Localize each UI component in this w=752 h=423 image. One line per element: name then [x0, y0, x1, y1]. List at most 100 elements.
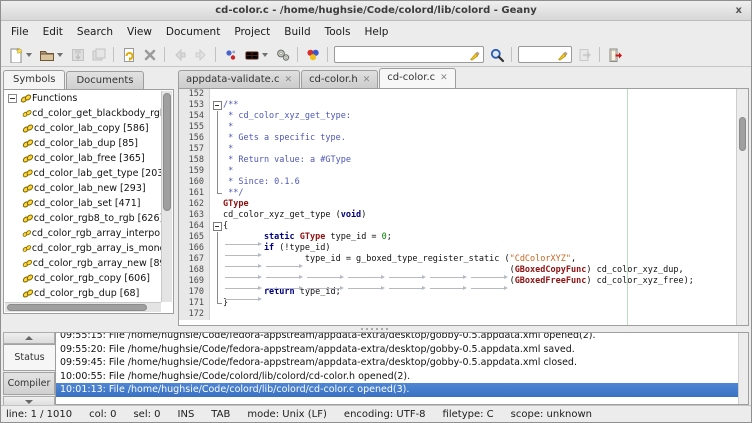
editor-tab-cd-color.c[interactable]: cd-color.c✕	[379, 68, 455, 88]
quit-button[interactable]	[604, 45, 625, 65]
new-file-dropdown[interactable]	[26, 53, 32, 57]
line-number[interactable]: 166	[179, 243, 210, 254]
menu-item-edit[interactable]: Edit	[36, 23, 70, 41]
status-message-row[interactable]: 09:55:20: File /home/hughsie/Code/fedora…	[56, 343, 748, 357]
tab-close-icon[interactable]: ✕	[285, 75, 293, 85]
sidebar-tab-symbols[interactable]: Symbols	[3, 70, 65, 89]
code-line[interactable]: 161 **/	[179, 188, 748, 199]
status-message-row[interactable]: 10:01:13: File /home/hughsie/Code/colord…	[56, 383, 748, 397]
menu-item-view[interactable]: View	[120, 23, 159, 41]
menu-item-tools[interactable]: Tools	[318, 23, 358, 41]
code-editor[interactable]: 152153/**154 * cd_color_xyz_get_type:155…	[178, 89, 749, 326]
code-line[interactable]: 162GType	[179, 199, 748, 210]
line-number[interactable]: 162	[179, 199, 210, 210]
code-line[interactable]: 172	[179, 309, 748, 320]
tab-status[interactable]: Status	[3, 344, 55, 371]
line-number[interactable]: 163	[179, 210, 210, 221]
close-document-button[interactable]	[139, 45, 160, 65]
tree-root-functions[interactable]: Functions	[5, 91, 161, 106]
editor-tab-appdata-validate.c[interactable]: appdata-validate.c✕	[178, 70, 300, 88]
build-button[interactable]	[241, 45, 262, 65]
editor-vertical-scrollbar[interactable]	[736, 89, 748, 325]
run-button[interactable]	[272, 45, 293, 65]
line-number[interactable]: 169	[179, 276, 210, 287]
status-message-row[interactable]: 09:59:45: File /home/hughsie/Code/fedora…	[56, 356, 748, 370]
tab-close-icon[interactable]: ✕	[440, 73, 448, 83]
line-number[interactable]: 156	[179, 133, 210, 144]
line-number[interactable]: 158	[179, 155, 210, 166]
line-number[interactable]: 154	[179, 111, 210, 122]
new-file-button[interactable]	[5, 45, 26, 65]
line-number[interactable]: 170	[179, 287, 210, 298]
code-line[interactable]: 156 * Gets a specific type.	[179, 133, 748, 144]
code-line[interactable]: 159 *	[179, 166, 748, 177]
navigate-back-button[interactable]	[169, 45, 190, 65]
line-number[interactable]: 155	[179, 122, 210, 133]
line-number[interactable]: 172	[179, 309, 210, 320]
line-number[interactable]: 153	[179, 100, 210, 111]
line-number[interactable]: 167	[179, 254, 210, 265]
tab-compiler[interactable]: Compiler	[3, 372, 55, 395]
save-button[interactable]	[67, 45, 88, 65]
line-number[interactable]: 159	[179, 166, 210, 177]
fold-marker-icon[interactable]	[210, 221, 223, 232]
code-line[interactable]: 155 *	[179, 122, 748, 133]
code-line[interactable]: 160 * Since: 0.1.6	[179, 177, 748, 188]
line-number[interactable]: 165	[179, 232, 210, 243]
line-number[interactable]: 164	[179, 221, 210, 232]
tree-expander-icon[interactable]	[8, 94, 17, 103]
messages-scrollbar[interactable]	[738, 333, 748, 404]
editor-tab-cd-color.h[interactable]: cd-color.h✕	[301, 70, 378, 88]
tab-scroll-up-button[interactable]	[3, 332, 55, 344]
line-number[interactable]: 161	[179, 188, 210, 199]
menu-item-build[interactable]: Build	[277, 23, 317, 41]
code-line[interactable]: 165static GType type_id = 0;	[179, 232, 748, 243]
tree-item-function[interactable]: cd_color_lab_new [293]	[5, 181, 161, 196]
tree-item-function[interactable]: cd_color_lab_get_type [203]	[5, 166, 161, 181]
line-number[interactable]: 152	[179, 89, 210, 100]
tree-item-function[interactable]: cd_color_lab_free [365]	[5, 151, 161, 166]
revert-button[interactable]	[118, 45, 139, 65]
window-close-icon[interactable]: x	[736, 1, 742, 20]
tree-item-function[interactable]: cd_color_lab_copy [586]	[5, 121, 161, 136]
menu-item-file[interactable]: File	[4, 23, 36, 41]
code-line[interactable]: 166if (!type_id)	[179, 243, 748, 254]
tree-item-function[interactable]: cd_color_rgb_array_new [896]	[5, 256, 161, 271]
scrollbar-thumb[interactable]	[739, 117, 746, 151]
navigate-forward-button[interactable]	[190, 45, 211, 65]
find-button[interactable]	[486, 45, 507, 65]
open-file-button[interactable]	[36, 45, 57, 65]
tree-item-function[interactable]: cd_color_rgb8_to_rgb [626]	[5, 211, 161, 226]
sidebar-horizontal-scrollbar[interactable]	[5, 302, 161, 312]
compile-button[interactable]	[220, 45, 241, 65]
build-dropdown[interactable]	[262, 53, 268, 57]
search-input[interactable]	[334, 46, 484, 63]
tree-item-function[interactable]: cd_color_lab_dup [85]	[5, 136, 161, 151]
fold-marker-icon[interactable]	[210, 100, 223, 111]
clear-search-icon[interactable]	[469, 49, 481, 61]
sidebar-vertical-scrollbar[interactable]	[161, 91, 172, 302]
status-message-row[interactable]: 10:00:55: File /home/hughsie/Code/colord…	[56, 370, 748, 384]
line-number[interactable]: 160	[179, 177, 210, 188]
save-all-button[interactable]	[88, 45, 109, 65]
code-line[interactable]: 168(GBoxedCopyFunc) cd_color_xyz_dup,	[179, 265, 748, 276]
open-file-dropdown[interactable]	[57, 53, 63, 57]
sidebar-tab-documents[interactable]: Documents	[66, 71, 143, 89]
color-chooser-button[interactable]	[302, 45, 323, 65]
tree-item-function[interactable]: cd_color_get_blackbody_rgb [99	[5, 106, 161, 121]
tree-item-function[interactable]: cd_color_rgb_array_interpolate [9	[5, 226, 161, 241]
scrollbar-thumb[interactable]	[7, 304, 147, 311]
line-number[interactable]: 168	[179, 265, 210, 276]
code-line[interactable]: 163cd_color_xyz_get_type (void)	[179, 210, 748, 221]
title-bar[interactable]: cd-color.c - /home/hughsie/Code/colord/l…	[1, 1, 751, 21]
menu-item-document[interactable]: Document	[159, 23, 227, 41]
code-line[interactable]: 167type_id = g_boxed_type_register_stati…	[179, 254, 748, 265]
code-line[interactable]: 164{	[179, 221, 748, 232]
menu-item-project[interactable]: Project	[227, 23, 277, 41]
clear-goto-icon[interactable]	[557, 49, 569, 61]
tab-close-icon[interactable]: ✕	[363, 75, 371, 85]
code-line[interactable]: 153/**	[179, 100, 748, 111]
splitter-grip[interactable]	[361, 328, 391, 330]
goto-line-input[interactable]	[518, 46, 572, 63]
menu-item-search[interactable]: Search	[70, 23, 120, 41]
